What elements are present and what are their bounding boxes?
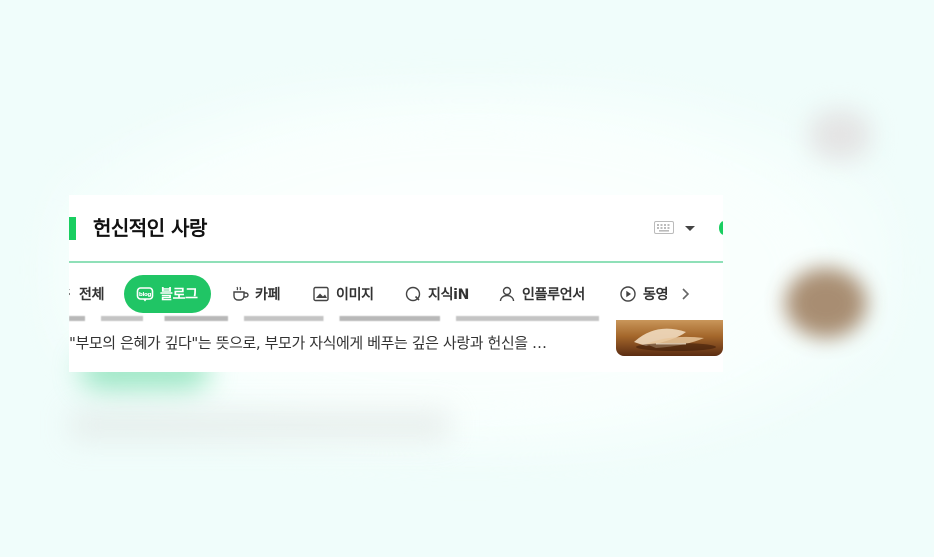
tab-label: 전체 — [79, 287, 105, 303]
result-text-clipped — [69, 315, 599, 329]
thumbnail-image — [634, 328, 716, 351]
video-icon — [620, 286, 636, 302]
tab-label: 블로그 — [160, 287, 198, 303]
tab-video[interactable]: 동영 — [619, 275, 668, 313]
blog-icon: blog — [136, 287, 154, 302]
blurred-thumbnail — [810, 110, 870, 160]
search-panel: 전체 blog 블로그 카페 이미지 — [69, 195, 723, 372]
tab-cafe[interactable]: 카페 — [231, 275, 280, 313]
image-icon — [313, 286, 329, 302]
tab-image[interactable]: 이미지 — [312, 275, 374, 313]
svg-text:blog: blog — [139, 292, 152, 298]
tab-label: 이미지 — [336, 287, 374, 303]
search-accent-bar — [69, 217, 76, 240]
chevron-right-icon[interactable] — [679, 285, 693, 303]
tab-influencer[interactable]: 인플루언서 — [498, 275, 585, 313]
tab-blog[interactable]: blog 블로그 — [124, 275, 211, 313]
blurred-thumbnail — [785, 268, 867, 338]
tab-label: 카페 — [255, 287, 281, 303]
keyboard-icon[interactable] — [654, 221, 674, 234]
all-icon — [69, 289, 71, 296]
tab-label: 지식iN — [428, 287, 470, 303]
search-button[interactable] — [719, 221, 723, 235]
tab-all[interactable]: 전체 — [69, 275, 104, 313]
search-bar — [69, 195, 723, 263]
result-snippet[interactable]: "부모의 은혜가 깊다"는 뜻으로, 부모가 자식에게 베푸는 깊은 사랑과 헌… — [69, 332, 599, 353]
dropdown-arrow-icon[interactable] — [685, 225, 695, 232]
tab-kin[interactable]: 지식iN — [404, 275, 469, 313]
influencer-icon — [499, 286, 515, 302]
search-input[interactable] — [93, 214, 613, 238]
result-thumbnail[interactable] — [616, 320, 723, 356]
blurred-text — [70, 410, 450, 440]
kin-icon — [405, 286, 421, 302]
tab-label: 인플루언서 — [522, 287, 585, 303]
cafe-icon — [233, 286, 249, 301]
tab-label: 동영 — [643, 287, 669, 303]
search-tabs: 전체 blog 블로그 카페 이미지 지식iN 인플루언서 동영 — [69, 275, 723, 313]
